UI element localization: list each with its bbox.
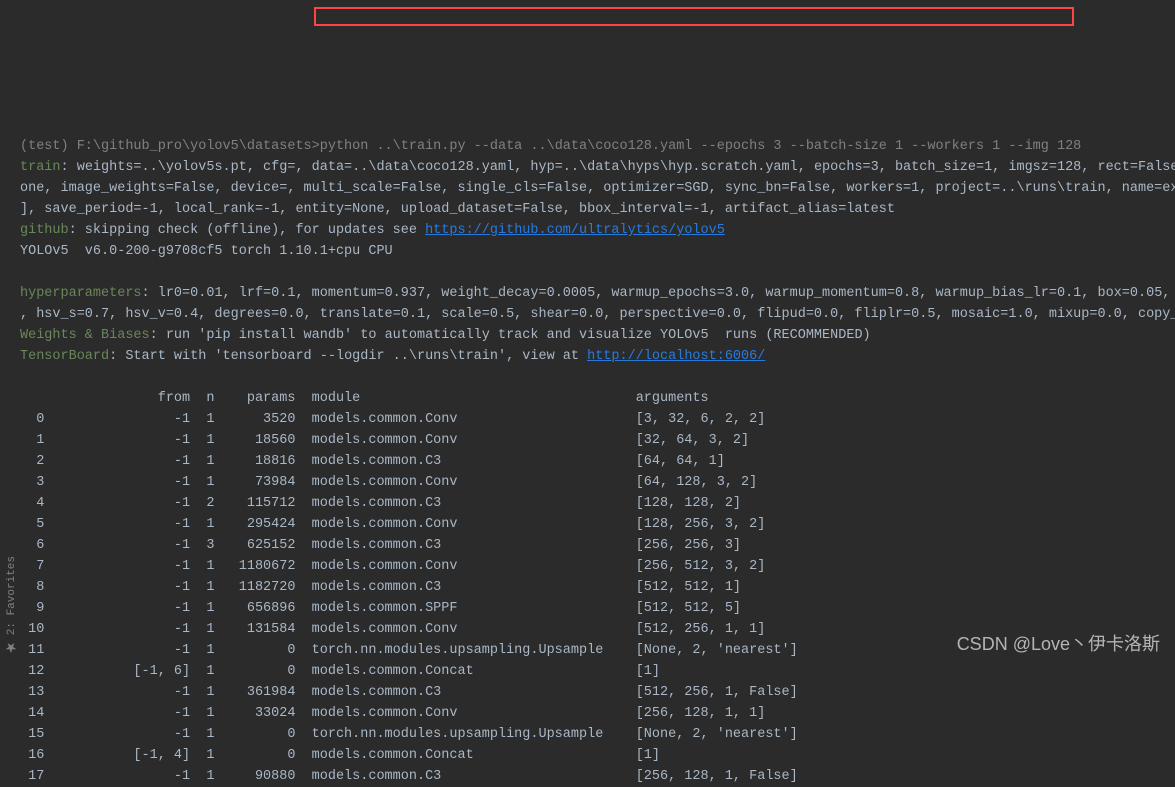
table-row: 4 -1 2 115712 models.common.C3 [128, 128… xyxy=(20,496,741,511)
hyper-text-1: : lr0=0.01, lrf=0.1, momentum=0.937, wei… xyxy=(142,286,1175,301)
github-link[interactable]: https://github.com/ultralytics/yolov5 xyxy=(425,223,725,238)
train-params-1: : weights=..\yolov5s.pt, cfg=, data=..\d… xyxy=(61,160,1175,175)
train-params-2: one, image_weights=False, device=, multi… xyxy=(20,181,1175,196)
tensorboard-label: TensorBoard xyxy=(20,349,109,364)
table-row: 17 -1 1 90880 models.common.C3 [256, 128… xyxy=(20,769,798,784)
star-icon: ★ xyxy=(2,639,23,655)
command-highlight-box xyxy=(314,7,1074,26)
hyperparameters-label: hyperparameters xyxy=(20,286,142,301)
github-label: github xyxy=(20,223,69,238)
table-row: 1 -1 1 18560 models.common.Conv [32, 64,… xyxy=(20,433,749,448)
table-row: 12 [-1, 6] 1 0 models.common.Concat [1] xyxy=(20,664,660,679)
yolo-version: YOLOv5 v6.0-200-g9708cf5 torch 1.10.1+cp… xyxy=(20,244,393,259)
watermark-text: CSDN @Love丶伊卡洛斯 xyxy=(957,634,1160,655)
table-row: 10 -1 1 131584 models.common.Conv [512, … xyxy=(20,622,765,637)
table-row: 16 [-1, 4] 1 0 models.common.Concat [1] xyxy=(20,748,660,763)
table-row: 5 -1 1 295424 models.common.Conv [128, 2… xyxy=(20,517,765,532)
favorites-tab[interactable]: ★ 2: Favorites xyxy=(2,556,23,655)
table-row: 8 -1 1 1182720 models.common.C3 [512, 51… xyxy=(20,580,741,595)
table-row: 11 -1 1 0 torch.nn.modules.upsampling.Up… xyxy=(20,643,798,658)
table-header: from n params module arguments xyxy=(20,391,709,406)
github-text: : skipping check (offline), for updates … xyxy=(69,223,425,238)
table-row: 9 -1 1 656896 models.common.SPPF [512, 5… xyxy=(20,601,741,616)
table-row: 3 -1 1 73984 models.common.Conv [64, 128… xyxy=(20,475,757,490)
table-row: 15 -1 1 0 torch.nn.modules.upsampling.Up… xyxy=(20,727,798,742)
table-row: 7 -1 1 1180672 models.common.Conv [256, … xyxy=(20,559,765,574)
train-label: train xyxy=(20,160,61,175)
terminal-prompt: (test) F:\github_pro\yolov5\datasets> xyxy=(20,139,320,154)
command-text: python ..\train.py --data ..\data\coco12… xyxy=(320,139,1082,154)
tensorboard-text: : Start with 'tensorboard --logdir ..\ru… xyxy=(109,349,587,364)
table-row: 6 -1 3 625152 models.common.C3 [256, 256… xyxy=(20,538,741,553)
table-row: 14 -1 1 33024 models.common.Conv [256, 1… xyxy=(20,706,765,721)
table-row: 0 -1 1 3520 models.common.Conv [3, 32, 6… xyxy=(20,412,765,427)
train-params-3: ], save_period=-1, local_rank=-1, entity… xyxy=(20,202,895,217)
hyper-text-2: , hsv_s=0.7, hsv_v=0.4, degrees=0.0, tra… xyxy=(20,307,1175,322)
wandb-text: : run 'pip install wandb' to automatical… xyxy=(150,328,871,343)
table-row: 2 -1 1 18816 models.common.C3 [64, 64, 1… xyxy=(20,454,725,469)
favorites-label: 2: Favorites xyxy=(2,556,23,635)
table-row: 13 -1 1 361984 models.common.C3 [512, 25… xyxy=(20,685,798,700)
tensorboard-link[interactable]: http://localhost:6006/ xyxy=(587,349,765,364)
wandb-label: Weights & Biases xyxy=(20,328,150,343)
